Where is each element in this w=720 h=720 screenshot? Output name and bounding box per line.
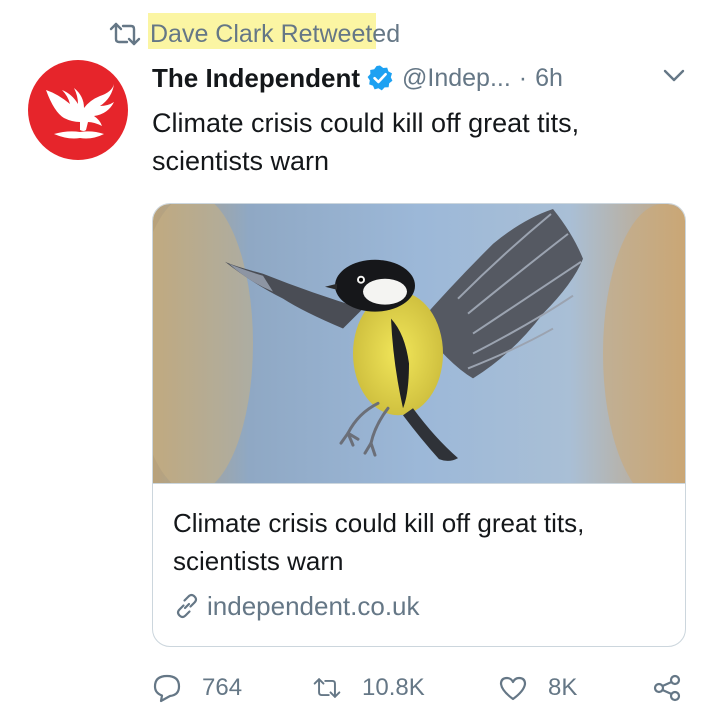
action-bar: 764 10.8K 8K	[152, 668, 692, 708]
author-handle[interactable]: @Indep...	[402, 64, 511, 93]
verified-badge-icon	[367, 65, 393, 91]
author-name[interactable]: The Independent	[152, 63, 360, 94]
card-domain-text: independent.co.uk	[207, 590, 420, 621]
retweeted-by-text: Dave Clark Retweeted	[150, 20, 401, 48]
link-icon	[176, 593, 198, 619]
card-title: Climate crisis could kill off great tits…	[173, 508, 585, 576]
timestamp[interactable]: 6h	[535, 64, 563, 93]
chevron-down-icon[interactable]	[660, 62, 688, 90]
separator: ·	[518, 63, 528, 92]
share-button[interactable]	[652, 668, 702, 708]
reply-count: 764	[202, 674, 243, 701]
link-preview-card[interactable]: Climate crisis could kill off great tits…	[152, 203, 686, 647]
tweet-text: Climate crisis could kill off great tits…	[152, 108, 580, 176]
card-image	[153, 204, 685, 484]
card-domain: independent.co.uk	[173, 588, 420, 624]
reply-icon	[153, 674, 181, 703]
tweet-header: The Independent @Indep... · 6h	[152, 60, 563, 96]
retweet-button[interactable]: 10.8K	[312, 668, 425, 708]
reply-button[interactable]: 764	[152, 668, 242, 708]
retweet-count: 10.8K	[362, 674, 425, 701]
like-button[interactable]: 8K	[498, 668, 577, 708]
retweet-icon	[109, 22, 141, 46]
like-count: 8K	[548, 674, 578, 701]
retweet-icon	[313, 678, 341, 698]
share-icon	[653, 674, 681, 702]
heart-icon	[499, 676, 527, 701]
eagle-logo-icon	[46, 84, 114, 139]
avatar[interactable]	[28, 60, 128, 160]
retweet-indicator[interactable]: Dave Clark Retweeted	[108, 13, 401, 50]
retweet-label: Dave Clark Retweeted	[148, 13, 401, 49]
